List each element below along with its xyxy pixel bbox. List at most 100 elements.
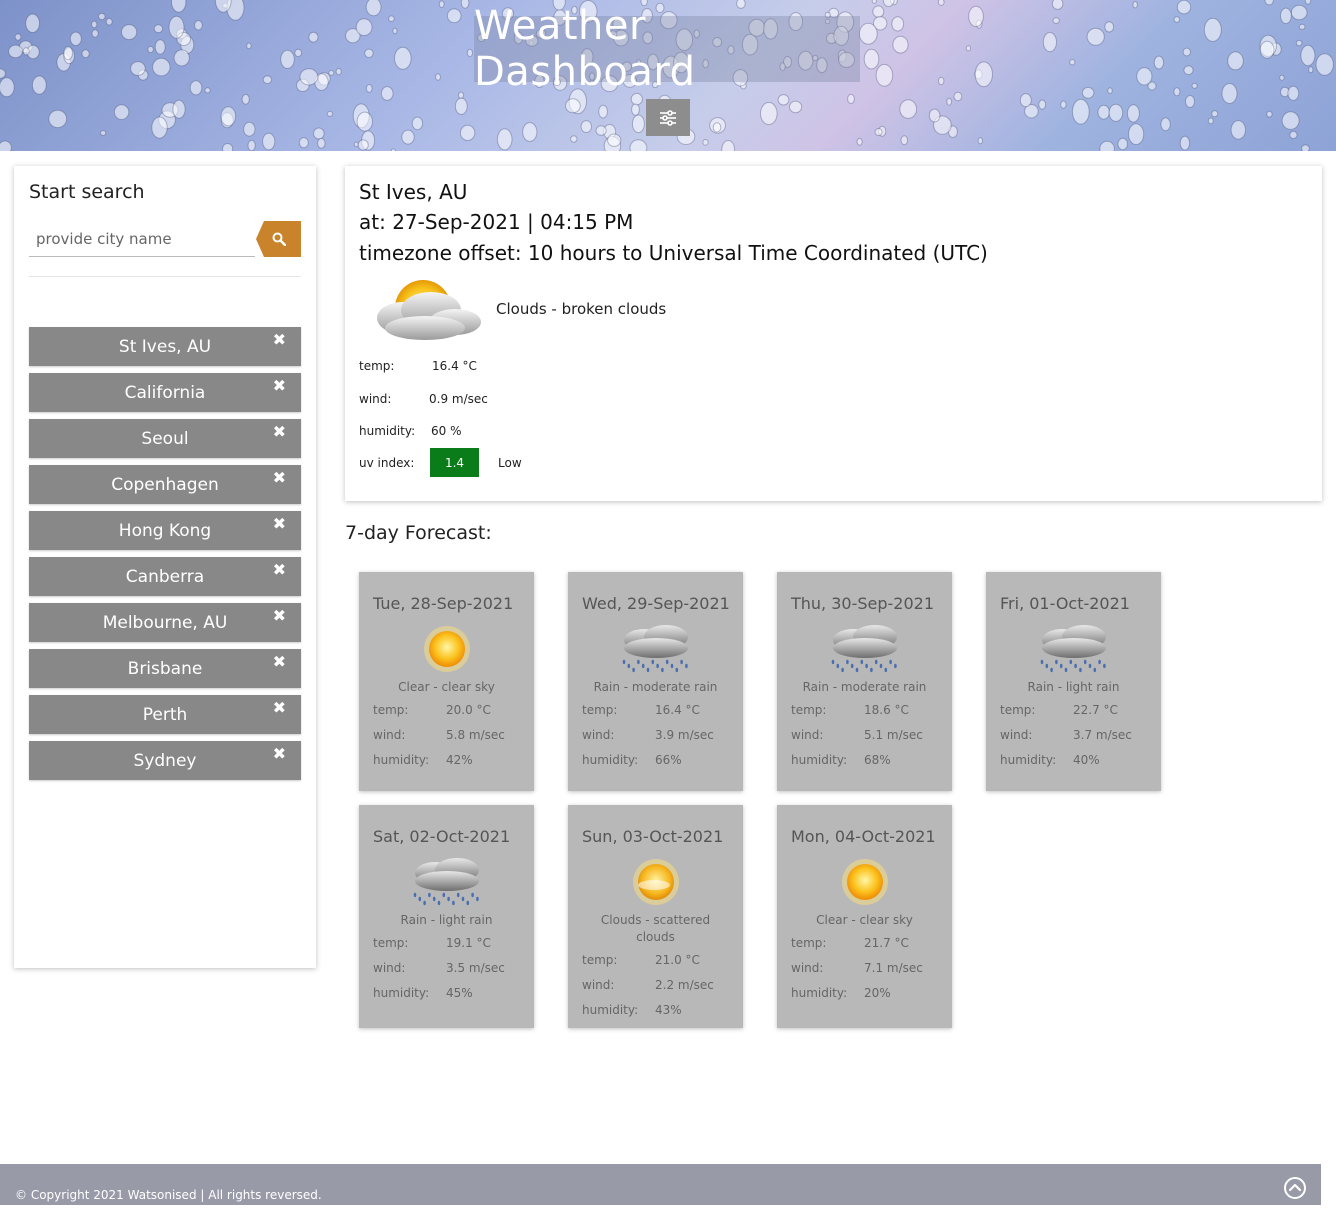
- forecast-description: Clear - clear sky: [816, 913, 913, 927]
- forecast-humidity: 68%: [864, 753, 891, 767]
- forecast-date: Sun, 03-Oct-2021: [582, 827, 724, 846]
- forecast-wind-label: wind:: [582, 728, 615, 742]
- forecast-humidity-label: humidity:: [791, 753, 848, 767]
- forecast-date: Mon, 04-Oct-2021: [791, 827, 936, 846]
- saved-city-button[interactable]: Hong Kong ✖: [29, 511, 301, 550]
- scattered-clouds-icon: [633, 859, 679, 905]
- saved-city-label: Perth: [142, 704, 188, 725]
- remove-city-icon[interactable]: ✖: [273, 560, 286, 579]
- current-temp: 16.4 °C: [432, 359, 477, 373]
- forecast-icon-wrap: [616, 855, 696, 914]
- forecast-humidity-label: humidity:: [582, 1003, 639, 1017]
- saved-city-button[interactable]: Copenhagen ✖: [29, 465, 301, 504]
- forecast-temp: 16.4 °C: [655, 703, 700, 717]
- forecast-temp: 21.0 °C: [655, 953, 700, 967]
- forecast-day-card: Sat, 02-Oct-2021 Rain - light rain temp: 19…: [359, 805, 534, 1028]
- forecast-temp-label: temp:: [582, 703, 618, 717]
- header-banner: Weather Dashboard: [0, 0, 1336, 151]
- forecast-day-card: Tue, 28-Sep-2021 Clear - clear sky temp: 20…: [359, 572, 534, 791]
- remove-city-icon[interactable]: ✖: [273, 744, 286, 763]
- forecast-humidity-label: humidity:: [791, 986, 848, 1000]
- current-description: Clouds - broken clouds: [496, 300, 667, 318]
- forecast-temp-label: temp:: [791, 703, 827, 717]
- saved-city-button[interactable]: Melbourne, AU ✖: [29, 603, 301, 642]
- footer: © Copyright 2021 Watsonised | All rights…: [0, 1164, 1321, 1205]
- saved-city-label: Hong Kong: [118, 520, 212, 541]
- saved-city-button[interactable]: California ✖: [29, 373, 301, 412]
- forecast-description: Clouds - scattered clouds: [600, 913, 711, 944]
- city-search-input[interactable]: [29, 221, 255, 257]
- forecast-temp-label: temp:: [373, 703, 409, 717]
- forecast-temp-label: temp:: [1000, 703, 1036, 717]
- saved-city-label: Copenhagen: [111, 474, 219, 495]
- saved-city-button[interactable]: Sydney ✖: [29, 741, 301, 780]
- rain-icon: [831, 625, 897, 673]
- search-sidebar: Start search St Ives, AU✖California✖Seou…: [14, 166, 316, 968]
- saved-city-label: St Ives, AU: [118, 336, 212, 357]
- forecast-temp-label: temp:: [373, 936, 409, 950]
- forecast-date: Wed, 29-Sep-2021: [582, 594, 730, 613]
- saved-city-button[interactable]: St Ives, AU ✖: [29, 327, 301, 366]
- forecast-humidity-label: humidity:: [373, 986, 430, 1000]
- forecast-humidity-label: humidity:: [582, 753, 639, 767]
- forecast-wind: 3.7 m/sec: [1073, 728, 1132, 742]
- saved-city-list: St Ives, AU ✖ California ✖ Seoul ✖ Copenhagen ✖…: [29, 327, 301, 787]
- forecast-date: Thu, 30-Sep-2021: [791, 594, 935, 613]
- saved-city-label: Seoul: [141, 428, 189, 449]
- forecast-icon-wrap: [407, 855, 487, 914]
- saved-city-button[interactable]: Brisbane ✖: [29, 649, 301, 688]
- forecast-wind-label: wind:: [1000, 728, 1033, 742]
- settings-button[interactable]: [646, 99, 690, 136]
- search-button[interactable]: [256, 221, 301, 257]
- forecast-description: Rain - moderate rain: [802, 680, 927, 694]
- rain-icon: [1040, 625, 1106, 673]
- forecast-date: Fri, 01-Oct-2021: [1000, 594, 1130, 613]
- uv-label: uv index:: [359, 456, 415, 470]
- current-wind: 0.9 m/sec: [429, 392, 488, 406]
- saved-city-button[interactable]: Seoul ✖: [29, 419, 301, 458]
- broken-clouds-icon: [377, 280, 481, 340]
- forecast-icon-wrap: [616, 622, 696, 681]
- saved-city-button[interactable]: Canberra ✖: [29, 557, 301, 596]
- forecast-wind-label: wind:: [373, 961, 406, 975]
- page-title: Weather Dashboard: [474, 3, 696, 95]
- forecast-date: Sat, 02-Oct-2021: [373, 827, 511, 846]
- remove-city-icon[interactable]: ✖: [273, 468, 286, 487]
- saved-city-label: California: [124, 382, 206, 403]
- forecast-humidity: 43%: [655, 1003, 682, 1017]
- forecast-title: 7-day Forecast:: [345, 522, 492, 544]
- forecast-temp-label: temp:: [791, 936, 827, 950]
- saved-city-label: Canberra: [125, 566, 205, 587]
- forecast-day-card: Sun, 03-Oct-2021 Clouds - scattered cloud…: [568, 805, 743, 1028]
- title-container: Weather Dashboard: [474, 3, 860, 95]
- sun-icon: [842, 859, 888, 905]
- saved-city-label: Brisbane: [127, 658, 203, 679]
- sidebar-divider: [29, 276, 301, 277]
- forecast-humidity: 40%: [1073, 753, 1100, 767]
- forecast-description: Clear - clear sky: [398, 680, 495, 694]
- chevron-up-circle-icon[interactable]: [1283, 1176, 1307, 1200]
- wind-label: wind:: [359, 392, 392, 406]
- forecast-date: Tue, 28-Sep-2021: [373, 594, 514, 613]
- remove-city-icon[interactable]: ✖: [273, 514, 286, 533]
- forecast-temp: 22.7 °C: [1073, 703, 1118, 717]
- forecast-temp: 21.7 °C: [864, 936, 909, 950]
- remove-city-icon[interactable]: ✖: [273, 606, 286, 625]
- forecast-icon-wrap: [825, 622, 905, 681]
- remove-city-icon[interactable]: ✖: [273, 330, 286, 349]
- forecast-icon-wrap: [1034, 622, 1114, 681]
- sidebar-title: Start search: [29, 181, 145, 203]
- forecast-humidity: 66%: [655, 753, 682, 767]
- uv-level: Low: [498, 456, 522, 470]
- rain-icon: [413, 858, 479, 906]
- saved-city-button[interactable]: Perth ✖: [29, 695, 301, 734]
- remove-city-icon[interactable]: ✖: [273, 376, 286, 395]
- remove-city-icon[interactable]: ✖: [273, 422, 286, 441]
- remove-city-icon[interactable]: ✖: [273, 698, 286, 717]
- search-icon: [272, 232, 286, 246]
- forecast-humidity: 20%: [864, 986, 891, 1000]
- forecast-icon-wrap: [407, 622, 487, 681]
- forecast-day-card: Mon, 04-Oct-2021 Clear - clear sky temp: 21…: [777, 805, 952, 1028]
- forecast-description: Rain - light rain: [1027, 680, 1120, 694]
- remove-city-icon[interactable]: ✖: [273, 652, 286, 671]
